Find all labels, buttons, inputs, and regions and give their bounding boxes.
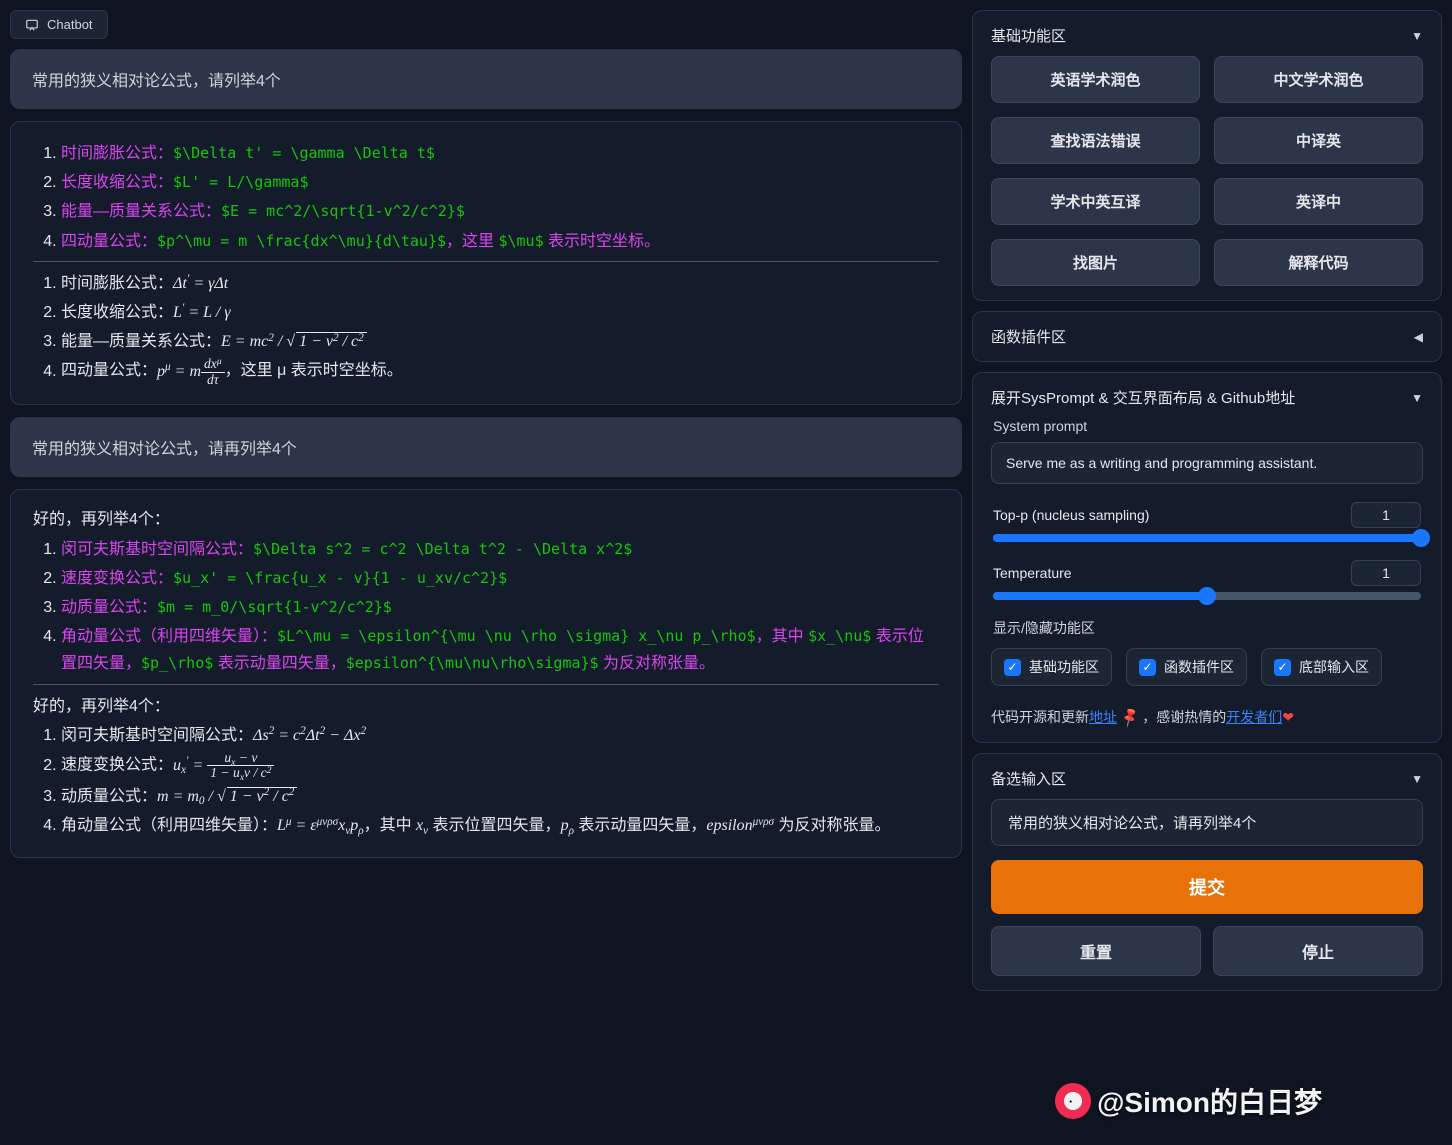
link-repo[interactable]: 地址: [1089, 709, 1117, 725]
heart-icon: ❤: [1282, 709, 1294, 725]
reset-button[interactable]: 重置: [991, 926, 1201, 976]
panel-input: 备选输入区 ▼ 提交 重置 停止: [972, 753, 1442, 991]
check-icon: ✓: [1004, 659, 1021, 676]
bot-message: 时间膨胀公式：$\Delta t' = \gamma \Delta t$ 长度收…: [10, 121, 962, 405]
bot-message: 好的，再列举4个： 闵可夫斯基时空间隔公式：$\Delta s^2 = c^2 …: [10, 489, 962, 858]
chk-bottom-input[interactable]: ✓底部输入区: [1261, 648, 1382, 686]
link-devs[interactable]: 开发者们: [1226, 709, 1282, 725]
panel-sysprompt-header[interactable]: 展开SysPrompt & 交互界面布局 & Github地址 ▼: [991, 387, 1423, 408]
system-prompt-input[interactable]: Serve me as a writing and programming as…: [991, 442, 1423, 484]
panel-sysprompt: 展开SysPrompt & 交互界面布局 & Github地址 ▼ System…: [972, 372, 1442, 743]
topp-value[interactable]: 1: [1351, 502, 1421, 528]
chat-icon: [25, 18, 39, 32]
submit-button[interactable]: 提交: [991, 860, 1423, 914]
panel-plugins: 函数插件区 ◀: [972, 311, 1442, 362]
tab-label: Chatbot: [47, 17, 93, 32]
panel-basic-header[interactable]: 基础功能区 ▼: [991, 25, 1423, 46]
user-message: 常用的狭义相对论公式，请列举4个: [10, 49, 962, 109]
panel-input-header[interactable]: 备选输入区 ▼: [991, 768, 1423, 789]
pin-icon: 📌: [1116, 703, 1142, 731]
chk-basic[interactable]: ✓基础功能区: [991, 648, 1112, 686]
chevron-down-icon: ▼: [1411, 391, 1423, 405]
check-icon: ✓: [1139, 659, 1156, 676]
tab-row: Chatbot: [10, 10, 962, 39]
check-icon: ✓: [1274, 659, 1291, 676]
chevron-down-icon: ▼: [1411, 772, 1423, 786]
tab-chatbot[interactable]: Chatbot: [10, 10, 108, 39]
temperature-value[interactable]: 1: [1351, 560, 1421, 586]
user-message: 常用的狭义相对论公式，请再列举4个: [10, 417, 962, 477]
fn-btn-explain-code[interactable]: 解释代码: [1214, 239, 1423, 286]
panel-input-title: 备选输入区: [991, 768, 1066, 789]
panel-basic: 基础功能区 ▼ 英语学术润色 中文学术润色 查找语法错误 中译英 学术中英互译 …: [972, 10, 1442, 301]
system-prompt-label: System prompt: [993, 418, 1421, 434]
fn-btn-chn2eng[interactable]: 中译英: [1214, 117, 1423, 164]
stop-button[interactable]: 停止: [1213, 926, 1423, 976]
topp-label: Top-p (nucleus sampling): [993, 507, 1149, 523]
topp-slider[interactable]: [993, 534, 1421, 542]
panel-sysprompt-title: 展开SysPrompt & 交互界面布局 & Github地址: [991, 387, 1295, 408]
panel-plugins-title: 函数插件区: [991, 326, 1066, 347]
fn-btn-chn-polish[interactable]: 中文学术润色: [1214, 56, 1423, 103]
chevron-left-icon: ◀: [1414, 330, 1423, 344]
temperature-label: Temperature: [993, 565, 1072, 581]
fn-btn-find-image[interactable]: 找图片: [991, 239, 1200, 286]
chevron-down-icon: ▼: [1411, 29, 1423, 43]
fn-btn-eng-polish[interactable]: 英语学术润色: [991, 56, 1200, 103]
panel-plugins-header[interactable]: 函数插件区 ◀: [991, 326, 1423, 347]
toggle-section-label: 显示/隐藏功能区: [993, 618, 1421, 638]
alt-input[interactable]: [991, 799, 1423, 846]
panel-basic-title: 基础功能区: [991, 25, 1066, 46]
chk-plugins[interactable]: ✓函数插件区: [1126, 648, 1247, 686]
fn-btn-bi-trans[interactable]: 学术中英互译: [991, 178, 1200, 225]
chat-area: 常用的狭义相对论公式，请列举4个 时间膨胀公式：$\Delta t' = \ga…: [10, 49, 962, 1135]
fn-btn-eng2chn[interactable]: 英译中: [1214, 178, 1423, 225]
fn-btn-grammar[interactable]: 查找语法错误: [991, 117, 1200, 164]
temperature-slider[interactable]: [993, 592, 1421, 600]
credit-line: 代码开源和更新地址 📌 ，感谢热情的开发者们❤: [991, 706, 1423, 728]
